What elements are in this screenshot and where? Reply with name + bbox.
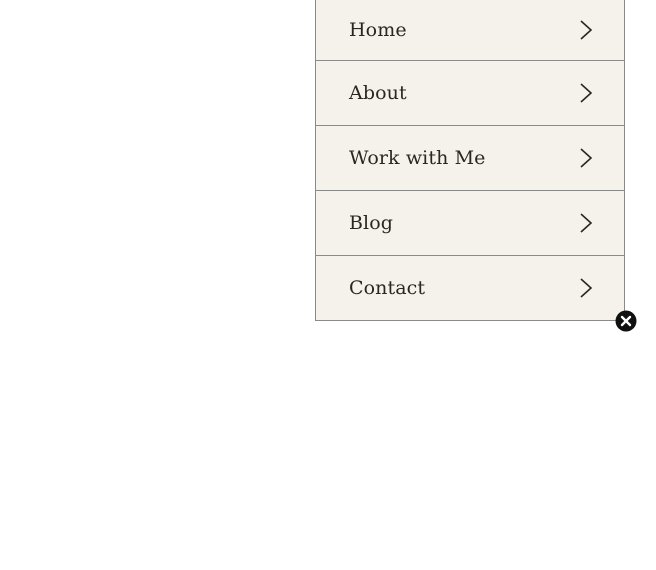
chevron-right-icon bbox=[580, 148, 593, 168]
menu-item-home[interactable]: Home bbox=[316, 0, 624, 61]
chevron-right-icon bbox=[580, 20, 593, 40]
chevron-right-icon bbox=[580, 213, 593, 233]
chevron-right-icon bbox=[580, 83, 593, 103]
menu-item-label: About bbox=[349, 82, 407, 104]
chevron-right-icon bbox=[580, 278, 593, 298]
menu-item-about[interactable]: About bbox=[316, 61, 624, 126]
menu-item-work-with-me[interactable]: Work with Me bbox=[316, 126, 624, 191]
menu-item-label: Blog bbox=[349, 212, 394, 234]
menu-item-contact[interactable]: Contact bbox=[316, 256, 624, 320]
menu-item-label: Home bbox=[349, 19, 407, 41]
menu-item-blog[interactable]: Blog bbox=[316, 191, 624, 256]
menu-item-label: Work with Me bbox=[349, 147, 486, 169]
menu-item-label: Contact bbox=[349, 277, 426, 299]
navigation-menu: Home About Work with Me Blog Contact bbox=[315, 0, 625, 321]
close-icon[interactable] bbox=[615, 310, 637, 332]
